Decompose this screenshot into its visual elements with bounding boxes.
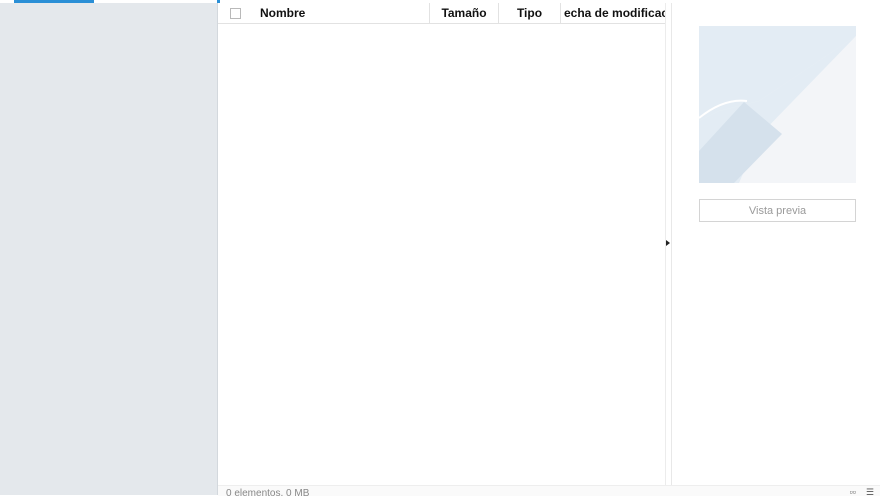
preview-pane: Vista previa [671, 3, 880, 485]
image-placeholder-icon [699, 26, 856, 183]
preview-button[interactable]: Vista previa [699, 199, 856, 222]
column-header-type[interactable]: Tipo [499, 3, 561, 23]
column-header-size-label: Tamaño [441, 6, 487, 20]
preview-button-label: Vista previa [748, 204, 807, 217]
file-list-body[interactable] [218, 24, 665, 485]
column-header-size[interactable]: Tamaño [430, 3, 499, 23]
status-bar: 0 elementos, 0 MB ▫▫ ☰ [218, 485, 880, 496]
file-list-pane: Nombre Tamaño Tipo echa de modificación [218, 3, 665, 485]
column-header-modified[interactable]: echa de modificación [561, 3, 665, 23]
sidebar [0, 3, 218, 495]
column-header-type-label: Tipo [516, 6, 543, 20]
select-all-column[interactable] [218, 3, 253, 23]
column-header-name[interactable]: Nombre [253, 3, 430, 23]
file-list-header: Nombre Tamaño Tipo echa de modificación [218, 3, 665, 24]
select-all-checkbox[interactable] [230, 7, 241, 19]
column-header-name-label: Nombre [260, 6, 306, 20]
caret-right-icon[interactable] [666, 240, 670, 246]
column-header-modified-label: echa de modificación [564, 6, 665, 20]
